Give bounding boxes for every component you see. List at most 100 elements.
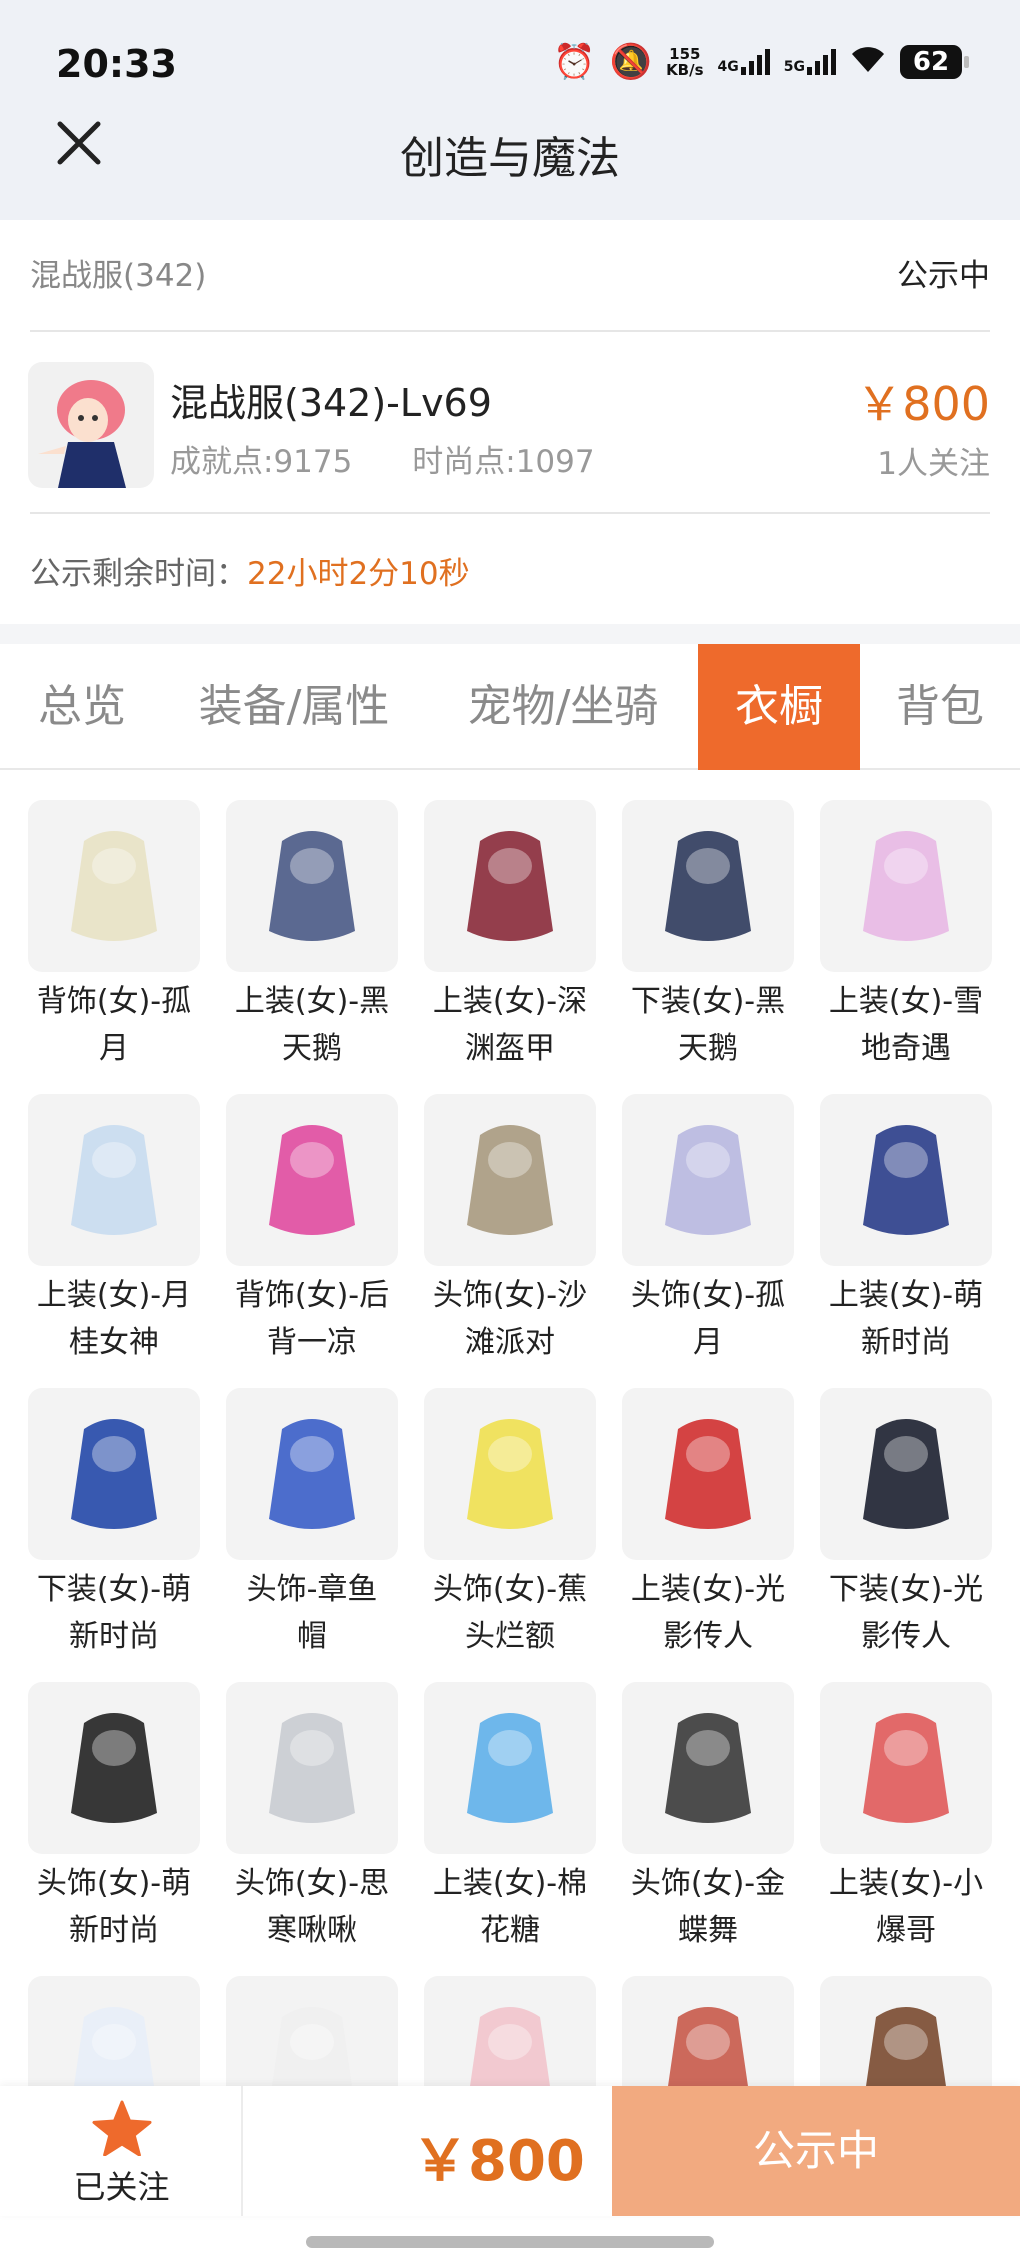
tab-backpack[interactable]: 背包 [886, 644, 994, 770]
wardrobe-item[interactable] [226, 1976, 398, 2086]
mute-icon: 🔕 [609, 42, 653, 82]
tab-equipment[interactable]: 装备/属性 [190, 644, 398, 770]
item-label: 上装(女)-月 桂女神 [14, 1272, 214, 1366]
wardrobe-item[interactable] [28, 1976, 200, 2086]
item-label: 上装(女)-小 爆哥 [806, 1860, 1006, 1954]
item-label-line2: 月 [693, 1325, 723, 1360]
item-thumbnail [424, 1682, 596, 1854]
item-thumbnail [28, 1682, 200, 1854]
wardrobe-item[interactable]: 头饰(女)-孤月 [622, 1094, 794, 1384]
character-stats: 成就点:9175 时尚点:1097 [170, 436, 645, 481]
item-thumbnail [226, 1094, 398, 1266]
red-jacket-icon [665, 1419, 751, 1529]
pink-dress-icon [863, 831, 949, 941]
item-label: 上装(女)-雪 地奇遇 [806, 978, 1006, 1072]
item-thumbnail [820, 1682, 992, 1854]
octopus-hat-icon [269, 1419, 355, 1529]
item-label-line1: 头饰(女)-思 [234, 1866, 390, 1901]
character-card[interactable]: 混战服(342)-Lv69 成就点:9175 时尚点:1097 ￥800 1人关… [0, 332, 1020, 512]
item-label-line1: 头饰(女)-孤 [630, 1278, 786, 1313]
item-label-line2: 新时尚 [69, 1619, 159, 1654]
signal-5g-icon: 5G [784, 49, 836, 75]
wardrobe-item[interactable]: 上装(女)-光 影传人 [622, 1388, 794, 1678]
wardrobe-item[interactable]: 上装(女)-棉 花糖 [424, 1682, 596, 1972]
item-label-line1: 上装(女)-小 [828, 1866, 984, 1901]
countdown-label: 公示剩余时间： [30, 556, 247, 592]
wardrobe-item[interactable]: 上装(女)-月 桂女神 [28, 1094, 200, 1384]
item-label-line2: 桂女神 [69, 1325, 159, 1360]
tab-bar: 总览 装备/属性 宠物/坐骑 衣橱 背包 [0, 644, 1020, 770]
item-label-line1: 头饰(女)-沙 [432, 1278, 588, 1313]
item-label: 上装(女)-萌 新时尚 [806, 1272, 1006, 1366]
tab-pets-mounts[interactable]: 宠物/坐骑 [458, 644, 668, 770]
wardrobe-item[interactable]: 头饰(女)-萌 新时尚 [28, 1682, 200, 1972]
wardrobe-item[interactable]: 头饰-章鱼帽 [226, 1388, 398, 1678]
item-thumbnail [424, 1388, 596, 1560]
follow-button[interactable]: 已关注 [0, 2086, 243, 2216]
item-label: 头饰-章鱼帽 [212, 1566, 412, 1660]
silver-hair-icon [269, 1713, 355, 1823]
wardrobe-item[interactable]: 上装(女)-深 渊盔甲 [424, 800, 596, 1090]
wardrobe-item[interactable]: 下装(女)-黑 天鹅 [622, 800, 794, 1090]
item-thumbnail [820, 800, 992, 972]
item-thumbnail [28, 1094, 200, 1266]
character-avatar [28, 362, 154, 488]
item-thumbnail [28, 800, 200, 972]
wardrobe-item[interactable]: 头饰(女)-金 蝶舞 [622, 1682, 794, 1972]
item-label-line2: 花糖 [480, 1913, 540, 1948]
network-speed: 155 KB/s [666, 46, 703, 78]
item-label-line1: 头饰(女)-萌 [36, 1866, 192, 1901]
item-label: 头饰(女)-萌 新时尚 [14, 1860, 214, 1954]
black-skirt-icon [863, 1419, 949, 1529]
title-bar: 创造与魔法 [0, 100, 1020, 220]
item-thumbnail [820, 1094, 992, 1266]
red-hoodie-icon [863, 1713, 949, 1823]
wardrobe-item[interactable]: 头饰(女)-思 寒啾啾 [226, 1682, 398, 1972]
follower-count: 1人关注 [877, 446, 990, 482]
item-thumbnail [226, 800, 398, 972]
character-name: 混战服(342)-Lv69 [170, 381, 492, 425]
publicity-button[interactable]: 公示中 [612, 2086, 1020, 2216]
straw-hat-icon [467, 1125, 553, 1235]
wardrobe-item[interactable] [820, 1976, 992, 2086]
wardrobe-item[interactable]: 上装(女)-黑 天鹅 [226, 800, 398, 1090]
signal-4g-label: 4G [717, 59, 739, 75]
wardrobe-item[interactable]: 头饰(女)-沙 滩派对 [424, 1094, 596, 1384]
wifi-icon [850, 44, 886, 80]
item-label: 下装(女)-光 影传人 [806, 1566, 1006, 1660]
wardrobe-item[interactable] [622, 1976, 794, 2086]
wardrobe-item[interactable]: 下装(女)-光 影传人 [820, 1388, 992, 1678]
wardrobe-item[interactable]: 上装(女)-小 爆哥 [820, 1682, 992, 1972]
item-label-line2: 影传人 [861, 1619, 951, 1654]
item-label: 头饰(女)-金 蝶舞 [608, 1860, 808, 1954]
black-bun-hair-icon [71, 1713, 157, 1823]
item-label-line2: 渊盔甲 [465, 1031, 555, 1066]
item-label-line2: 寒啾啾 [267, 1913, 357, 1948]
item-label-line2: 滩派对 [465, 1325, 555, 1360]
item-label: 头饰(女)-沙 滩派对 [410, 1272, 610, 1366]
wardrobe-item[interactable] [424, 1976, 596, 2086]
item-thumbnail [226, 1388, 398, 1560]
tab-overview[interactable]: 总览 [28, 644, 136, 770]
item-label-line2: 新时尚 [861, 1325, 951, 1360]
wardrobe-item[interactable]: 背饰(女)-后 背一凉 [226, 1094, 398, 1384]
wardrobe-item[interactable]: 上装(女)-雪 地奇遇 [820, 800, 992, 1090]
red-feather-icon [668, 2007, 748, 2086]
ribbon-accessory-icon [71, 831, 157, 941]
server-name: 混战服(342) [30, 258, 207, 294]
item-label-line1: 上装(女)-深 [432, 984, 588, 1019]
tab-wardrobe[interactable]: 衣橱 [698, 644, 860, 770]
wardrobe-item[interactable]: 头饰(女)-蕉 头烂额 [424, 1388, 596, 1678]
wardrobe-item[interactable]: 上装(女)-萌 新时尚 [820, 1094, 992, 1384]
item-label-line1: 上装(女)-雪 [828, 984, 984, 1019]
item-label: 头饰(女)-孤月 [608, 1272, 808, 1366]
item-label-line1: 下装(女)-萌 [36, 1572, 192, 1607]
item-label-line2: 蝶舞 [678, 1913, 738, 1948]
item-thumbnail [226, 1682, 398, 1854]
icecream-icon [269, 1125, 355, 1235]
item-label: 下装(女)-黑 天鹅 [608, 978, 808, 1072]
item-label-line1: 下装(女)-黑 [630, 984, 786, 1019]
wardrobe-item[interactable]: 背饰(女)-孤月 [28, 800, 200, 1090]
wardrobe-item[interactable]: 下装(女)-萌 新时尚 [28, 1388, 200, 1678]
item-label-line2: 背一凉 [267, 1325, 357, 1360]
